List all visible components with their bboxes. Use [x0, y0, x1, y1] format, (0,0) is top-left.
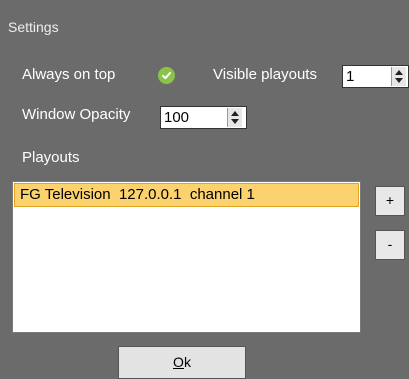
playout-channel: channel 1 [189, 186, 255, 203]
window-opacity-spinner [160, 106, 247, 129]
playout-name: FG Television [20, 186, 111, 203]
arrow-up-icon [231, 111, 239, 116]
visible-playouts-spin-buttons[interactable] [391, 67, 406, 86]
visible-playouts-label: Visible playouts [213, 66, 317, 83]
arrow-down-icon [231, 119, 239, 124]
playouts-list[interactable]: FG Television 127.0.0.1 channel 1 [12, 181, 361, 333]
window-opacity-label: Window Opacity [22, 106, 131, 123]
always-on-top-label: Always on top [22, 66, 116, 83]
remove-playout-button[interactable]: - [375, 230, 405, 260]
ok-rest: k [183, 354, 191, 370]
window-opacity-spin-buttons[interactable] [227, 108, 242, 127]
ok-button[interactable]: Ok [118, 346, 246, 379]
arrow-down-icon [395, 78, 403, 83]
visible-playouts-input[interactable] [344, 67, 393, 86]
playout-address: 127.0.0.1 [118, 186, 182, 203]
window-opacity-input[interactable] [162, 108, 226, 127]
arrow-up-icon [395, 70, 403, 75]
playouts-label: Playouts [22, 149, 80, 166]
visible-playouts-spinner [342, 65, 409, 88]
settings-title: Settings [8, 19, 59, 35]
settings-header: Settings [0, 0, 409, 46]
list-item[interactable]: FG Television 127.0.0.1 channel 1 [14, 183, 359, 207]
add-playout-button[interactable]: + [375, 186, 405, 216]
checkmark-circle-icon [162, 72, 171, 80]
ok-mnemonic: O [173, 354, 184, 370]
always-on-top-checkbox[interactable] [158, 67, 175, 84]
